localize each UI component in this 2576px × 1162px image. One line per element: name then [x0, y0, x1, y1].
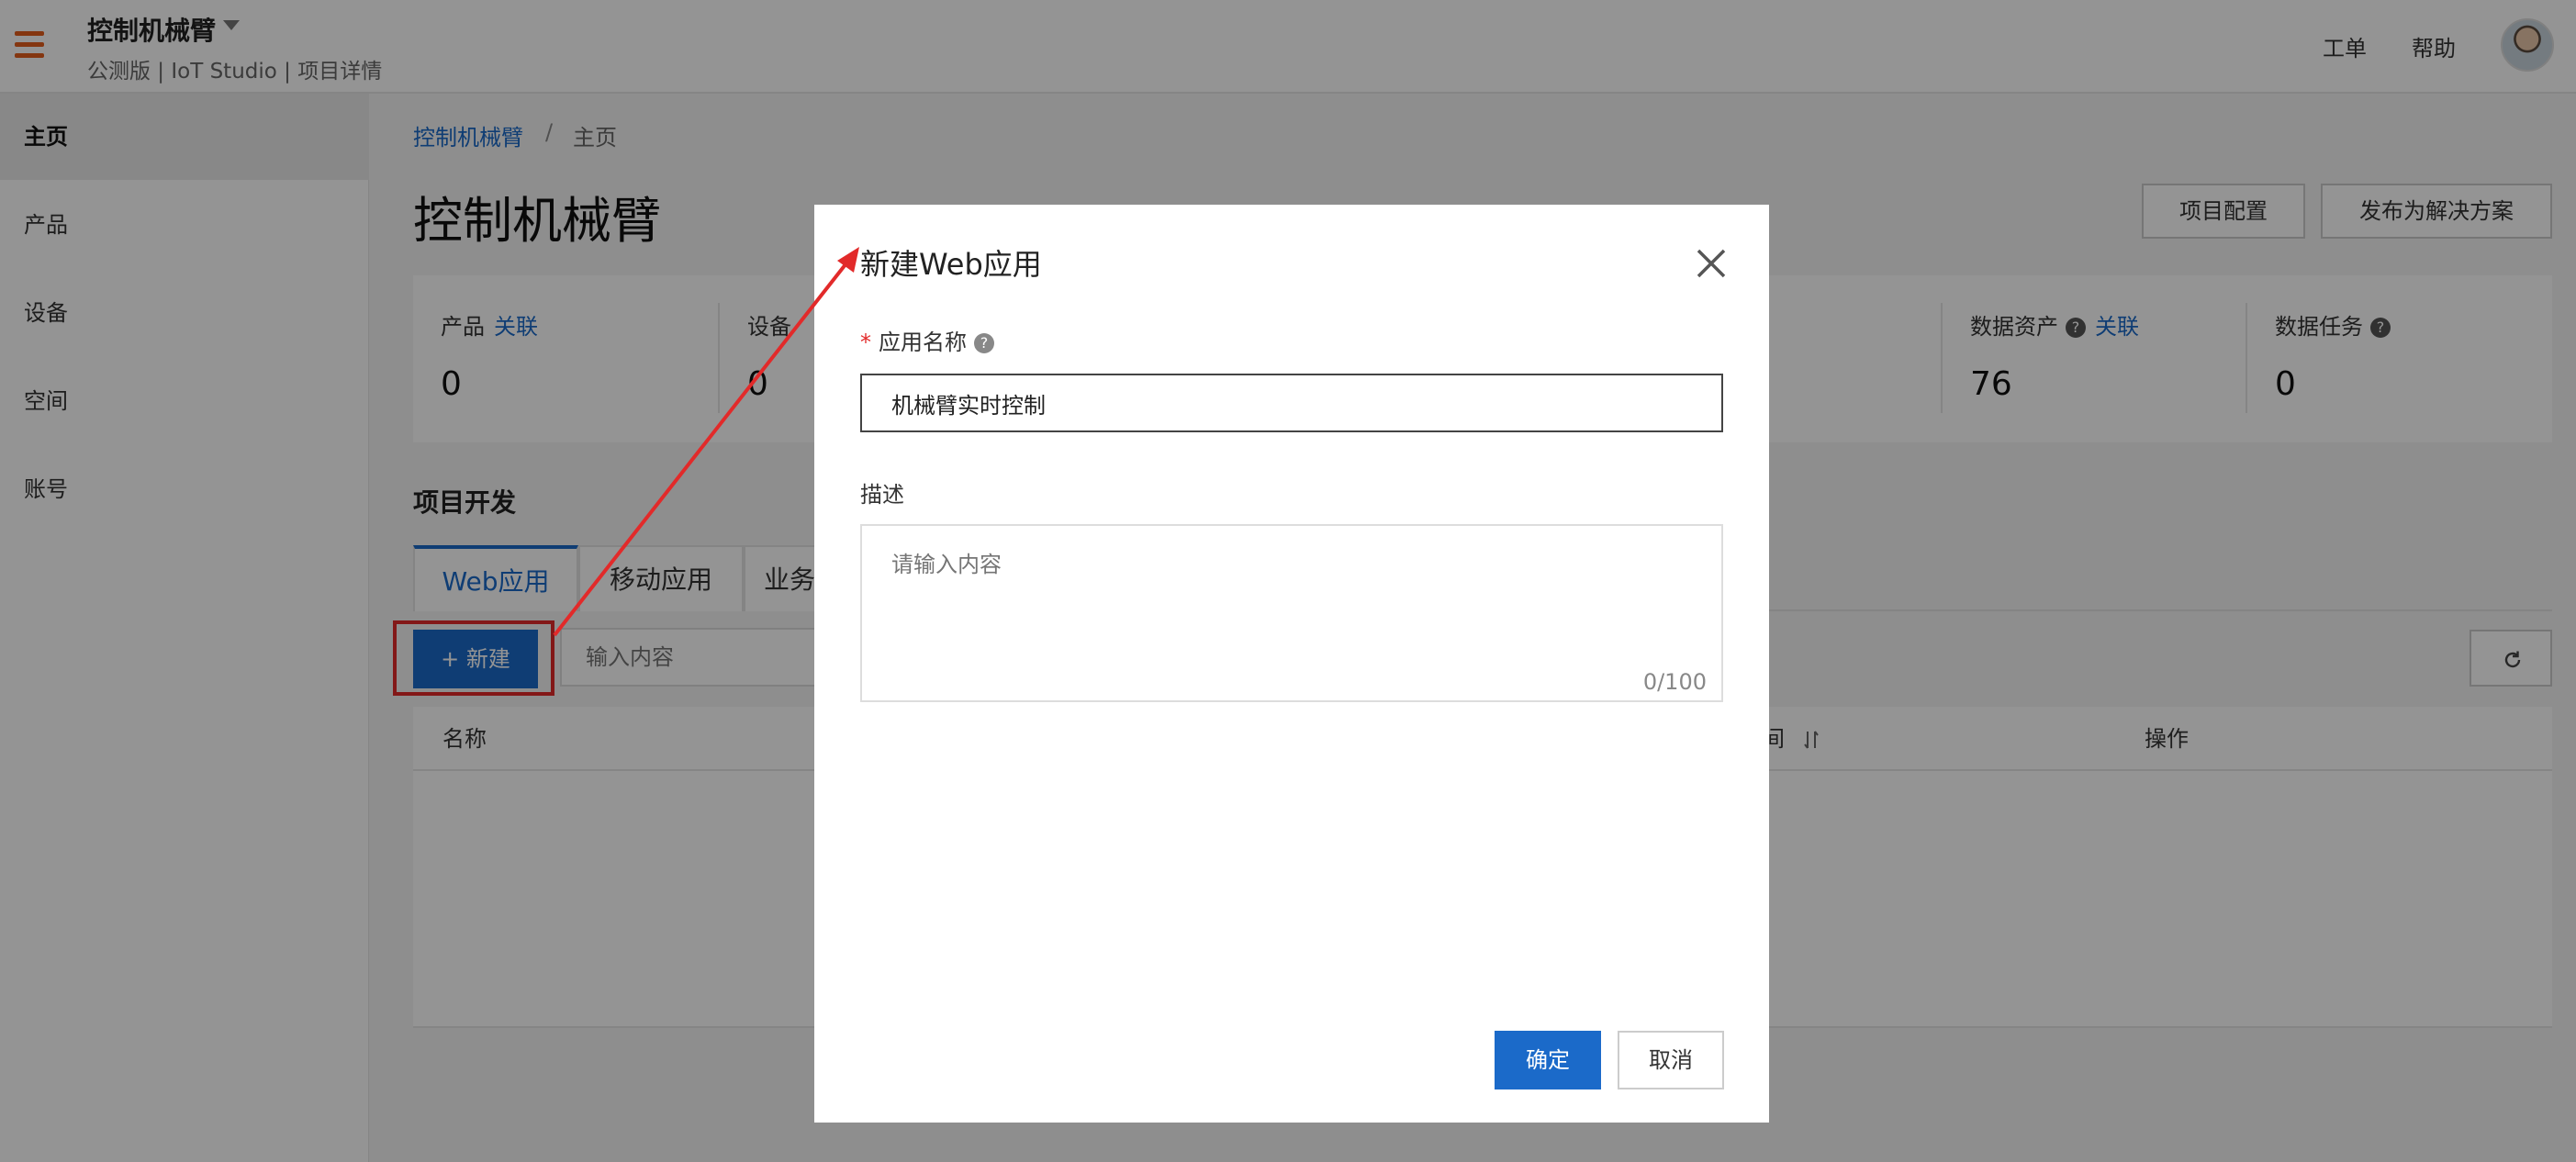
app-name-input[interactable] [862, 375, 1721, 430]
cancel-button[interactable]: 取消 [1618, 1031, 1724, 1089]
description-textarea[interactable] [862, 526, 1721, 700]
dialog-title: 新建Web应用 [860, 247, 1042, 282]
app-name-field [860, 374, 1723, 432]
description-field: 0/100 [860, 524, 1723, 702]
app-name-label: * 应用名称? [860, 324, 994, 356]
new-web-app-dialog: 新建Web应用 * 应用名称? 描述 0/100 确定 取消 [814, 205, 1769, 1123]
description-label: 描述 [860, 482, 904, 508]
close-icon[interactable] [1691, 243, 1731, 284]
confirm-button[interactable]: 确定 [1495, 1031, 1601, 1089]
required-mark: * [860, 330, 871, 355]
char-counter: 0/100 [1642, 669, 1707, 695]
app-name-label-text: 应用名称 [879, 330, 967, 355]
question-icon[interactable]: ? [974, 333, 994, 353]
